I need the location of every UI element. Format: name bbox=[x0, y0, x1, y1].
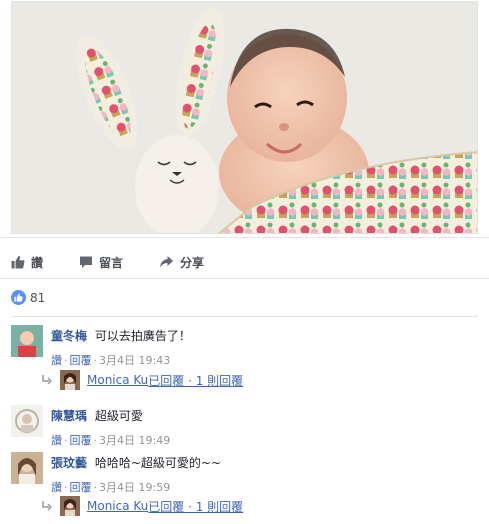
thumbs-up-icon bbox=[11, 255, 25, 269]
comment-like-link[interactable]: 讚 bbox=[51, 354, 62, 367]
avatar[interactable] bbox=[11, 405, 43, 437]
comment-like-link[interactable]: 讚 bbox=[51, 434, 62, 447]
reply-count-text[interactable]: 已回覆 · 1 則回覆 bbox=[148, 372, 243, 389]
reply-author[interactable]: Monica Ku bbox=[87, 373, 148, 387]
reply-avatar bbox=[60, 496, 80, 516]
comment-timestamp[interactable]: 3月4日 19:49 bbox=[99, 434, 170, 447]
comment-text: 可以去拍廣告了！ bbox=[94, 329, 191, 343]
thumbs-up-icon bbox=[14, 293, 23, 302]
reply-arrow-icon bbox=[42, 501, 52, 511]
comment-like-link[interactable]: 讚 bbox=[51, 481, 62, 494]
reply-summary[interactable]: Monica Ku 已回覆 · 1 則回覆 bbox=[42, 370, 243, 390]
reply-author[interactable]: Monica Ku bbox=[87, 499, 148, 513]
comment-label: 留言 bbox=[99, 255, 124, 270]
share-arrow-icon bbox=[160, 256, 173, 268]
reply-arrow-icon bbox=[42, 375, 52, 385]
baby-bunny-illustration bbox=[12, 2, 477, 233]
comment-item: 陳慧瑀 超級可愛 讚 · 回覆 · 3月4日 19:49 bbox=[11, 405, 478, 450]
comment-reply-link[interactable]: 回覆 bbox=[70, 354, 92, 367]
comment-author[interactable]: 陳慧瑀 bbox=[51, 409, 87, 423]
comment-meta: 讚 · 回覆 · 3月4日 19:59 bbox=[51, 481, 171, 494]
reply-summary[interactable]: Monica Ku 已回覆 · 1 則回覆 bbox=[42, 496, 243, 516]
reaction-summary[interactable]: 81 bbox=[11, 290, 45, 305]
comment-reply-link[interactable]: 回覆 bbox=[70, 434, 92, 447]
comment-meta: 讚 · 回覆 · 3月4日 19:43 bbox=[51, 354, 171, 367]
avatar[interactable] bbox=[11, 325, 43, 357]
like-badge-icon bbox=[11, 290, 26, 305]
comment-timestamp[interactable]: 3月4日 19:43 bbox=[99, 354, 170, 367]
speech-bubble-icon bbox=[80, 256, 92, 268]
comment-meta: 讚 · 回覆 · 3月4日 19:49 bbox=[51, 434, 171, 447]
comment-text: 哈哈哈~超級可愛的~~ bbox=[94, 456, 222, 470]
actions-divider bbox=[0, 278, 489, 279]
reaction-count: 81 bbox=[30, 290, 46, 305]
comment-button[interactable]: 留言 bbox=[79, 252, 159, 272]
like-label: 讚 bbox=[31, 255, 44, 270]
reply-count-text[interactable]: 已回覆 · 1 則回覆 bbox=[148, 498, 243, 515]
likes-divider bbox=[11, 316, 478, 317]
reply-avatar bbox=[60, 370, 80, 390]
share-button[interactable]: 分享 bbox=[159, 252, 204, 272]
post-photo[interactable] bbox=[11, 1, 478, 234]
comment-author[interactable]: 童冬梅 bbox=[51, 329, 87, 343]
comment-author[interactable]: 張玟藝 bbox=[51, 456, 87, 470]
photo-divider bbox=[0, 237, 489, 238]
avatar[interactable] bbox=[11, 452, 43, 484]
comment-text: 超級可愛 bbox=[94, 409, 143, 423]
share-label: 分享 bbox=[180, 255, 205, 270]
like-button[interactable]: 讚 bbox=[11, 252, 79, 272]
comment-reply-link[interactable]: 回覆 bbox=[70, 481, 92, 494]
comment-timestamp[interactable]: 3月4日 19:59 bbox=[99, 481, 170, 494]
post-action-bar: 讚 留言 分享 bbox=[11, 252, 478, 272]
